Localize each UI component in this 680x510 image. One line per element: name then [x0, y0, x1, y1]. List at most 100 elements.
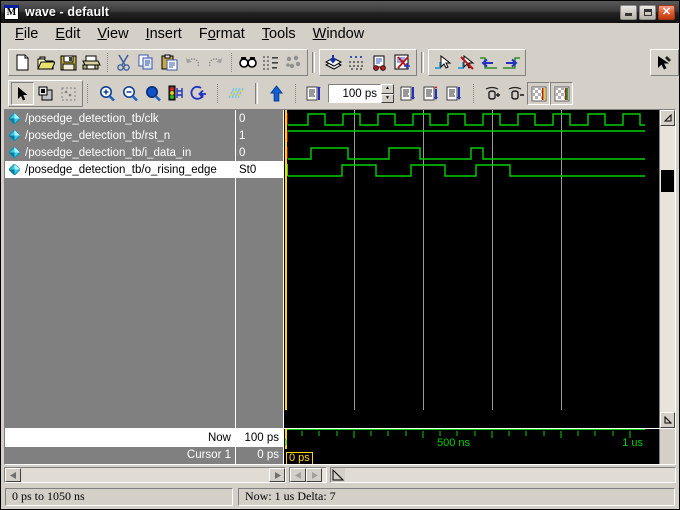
scroll-down-button[interactable] [660, 412, 675, 428]
wave-body: /posedge_detection_tb/clk /posedge_detec… [5, 110, 675, 428]
scroll-right-button-values[interactable] [306, 468, 322, 482]
signal-row-i-data-in[interactable]: /posedge_detection_tb/i_data_in [5, 144, 235, 161]
close-button[interactable]: ✕ [658, 4, 675, 20]
find-prev-icon[interactable] [282, 51, 305, 74]
prev-edge-icon[interactable] [477, 51, 500, 74]
no-select-icon[interactable] [454, 51, 477, 74]
maximize-button[interactable] [639, 4, 656, 20]
title-bar[interactable]: M wave - default ✕ [1, 1, 679, 23]
scroll-left-button[interactable] [5, 468, 21, 482]
run-time-input[interactable]: 100 ps [328, 84, 381, 103]
now-cursor-values: 100 ps 0 ps [236, 429, 284, 464]
step-over-icon[interactable] [443, 82, 466, 105]
menu-edit[interactable]: Edit [47, 25, 89, 44]
colorize-wave-b-icon[interactable] [550, 82, 573, 105]
scroll-track-vertical[interactable] [660, 126, 675, 412]
toolbar-group-file-edit [8, 49, 308, 76]
toolbar-group-mode [8, 80, 83, 107]
menu-window[interactable]: Window [305, 25, 374, 44]
step-icon[interactable] [420, 82, 443, 105]
ruler-right-filler [659, 429, 675, 464]
signal-label: /posedge_detection_tb/i_data_in [25, 146, 192, 159]
menu-tools[interactable]: Tools [254, 25, 305, 44]
edit-pointer-icon[interactable] [653, 51, 676, 74]
restart-icon[interactable] [187, 82, 210, 105]
toolbar-group-zoom [92, 80, 213, 107]
run-wave-icon[interactable] [368, 51, 391, 74]
run-up-arrow-icon[interactable] [265, 82, 288, 105]
menu-view[interactable]: View [89, 25, 137, 44]
scroll-left-button-values[interactable] [290, 468, 306, 482]
cursor-value: 0 ps [236, 446, 283, 464]
values-horizontal-scrollbar[interactable] [289, 467, 327, 483]
find-icon[interactable] [236, 51, 259, 74]
toolbar-divider-2 [421, 52, 424, 73]
arrow-select-icon[interactable] [11, 82, 34, 105]
scroll-track-wave[interactable] [345, 468, 675, 482]
zoom-full-icon[interactable] [141, 82, 164, 105]
zoom-in-icon[interactable] [95, 82, 118, 105]
delete-wave-icon[interactable] [391, 51, 414, 74]
breakpoint-icon[interactable] [164, 82, 187, 105]
signal-diamond-icon [9, 113, 20, 124]
scroll-right-button[interactable] [269, 468, 285, 482]
add-cursor-icon[interactable] [481, 82, 504, 105]
open-folder-icon[interactable] [34, 51, 57, 74]
run-time-spinner[interactable]: ▲ ▼ [381, 84, 394, 103]
toolbar-primary [1, 47, 679, 78]
zoom-out-icon[interactable] [118, 82, 141, 105]
find-next-icon[interactable] [259, 51, 282, 74]
grid-icon[interactable] [345, 51, 368, 74]
signal-row-rst-n[interactable]: /posedge_detection_tb/rst_n [5, 127, 235, 144]
toolbar-group-run [262, 80, 291, 107]
continue-run-icon[interactable] [397, 82, 420, 105]
window-controls: ✕ [620, 4, 677, 20]
menu-file[interactable]: File [7, 25, 47, 44]
colorize-wave-a-icon[interactable] [527, 82, 550, 105]
cut-icon[interactable] [112, 51, 135, 74]
save-icon[interactable] [57, 51, 80, 74]
menu-format[interactable]: Format [191, 25, 254, 44]
cursor-label[interactable]: Cursor 1 [5, 446, 235, 464]
spin-down-icon[interactable]: ▼ [381, 93, 394, 103]
scroll-track-names[interactable] [21, 468, 269, 482]
delete-cursor-icon[interactable] [504, 82, 527, 105]
scroll-up-button[interactable] [660, 110, 675, 126]
time-ruler-canvas[interactable]: 0 500 ns 1 us 0 ps [284, 429, 659, 464]
toolbar-separator-2 [231, 53, 232, 72]
menu-insert[interactable]: Insert [138, 25, 191, 44]
signal-row-o-rising-edge[interactable]: /posedge_detection_tb/o_rising_edge [5, 161, 235, 178]
wave-colors-icon[interactable] [225, 82, 248, 105]
wave-frame: /posedge_detection_tb/clk /posedge_detec… [4, 109, 676, 465]
next-edge-icon[interactable] [500, 51, 523, 74]
print-icon[interactable] [80, 51, 103, 74]
names-horizontal-scrollbar[interactable] [4, 467, 286, 483]
new-file-icon[interactable] [11, 51, 34, 74]
copy-icon[interactable] [135, 51, 158, 74]
marquee-select-icon[interactable] [57, 82, 80, 105]
spin-up-icon[interactable]: ▲ [381, 84, 394, 94]
scroll-thumb-vertical[interactable] [661, 170, 674, 192]
run-all-icon[interactable] [303, 82, 326, 105]
toolbar-sep-zoom [87, 84, 88, 103]
insert-wave-icon[interactable] [322, 51, 345, 74]
signal-names-pane[interactable]: /posedge_detection_tb/clk /posedge_detec… [5, 110, 236, 428]
signal-row-clk[interactable]: /posedge_detection_tb/clk [5, 110, 235, 127]
cursor-time-badge[interactable]: 0 ps [286, 452, 313, 464]
toolbar-group-run-time: 100 ps ▲ ▼ [300, 80, 469, 107]
waveform-canvas[interactable] [284, 110, 659, 428]
paste-icon[interactable] [158, 51, 181, 74]
toolbar-separator [107, 53, 108, 72]
wave-horizontal-scrollbar[interactable] [330, 467, 676, 483]
zoom-region-icon[interactable] [34, 82, 57, 105]
wave-vertical-scrollbar[interactable] [659, 110, 675, 428]
signal-diamond-icon [9, 147, 20, 158]
undo-icon[interactable] [181, 51, 204, 74]
select-mode-icon[interactable] [431, 51, 454, 74]
now-value: 100 ps [236, 429, 283, 447]
toolbar-group-edges [428, 49, 526, 76]
toolbar-group-cursor [478, 80, 576, 107]
resize-grip-icon[interactable] [331, 468, 345, 482]
minimize-button[interactable] [620, 4, 637, 20]
redo-icon[interactable] [204, 51, 227, 74]
